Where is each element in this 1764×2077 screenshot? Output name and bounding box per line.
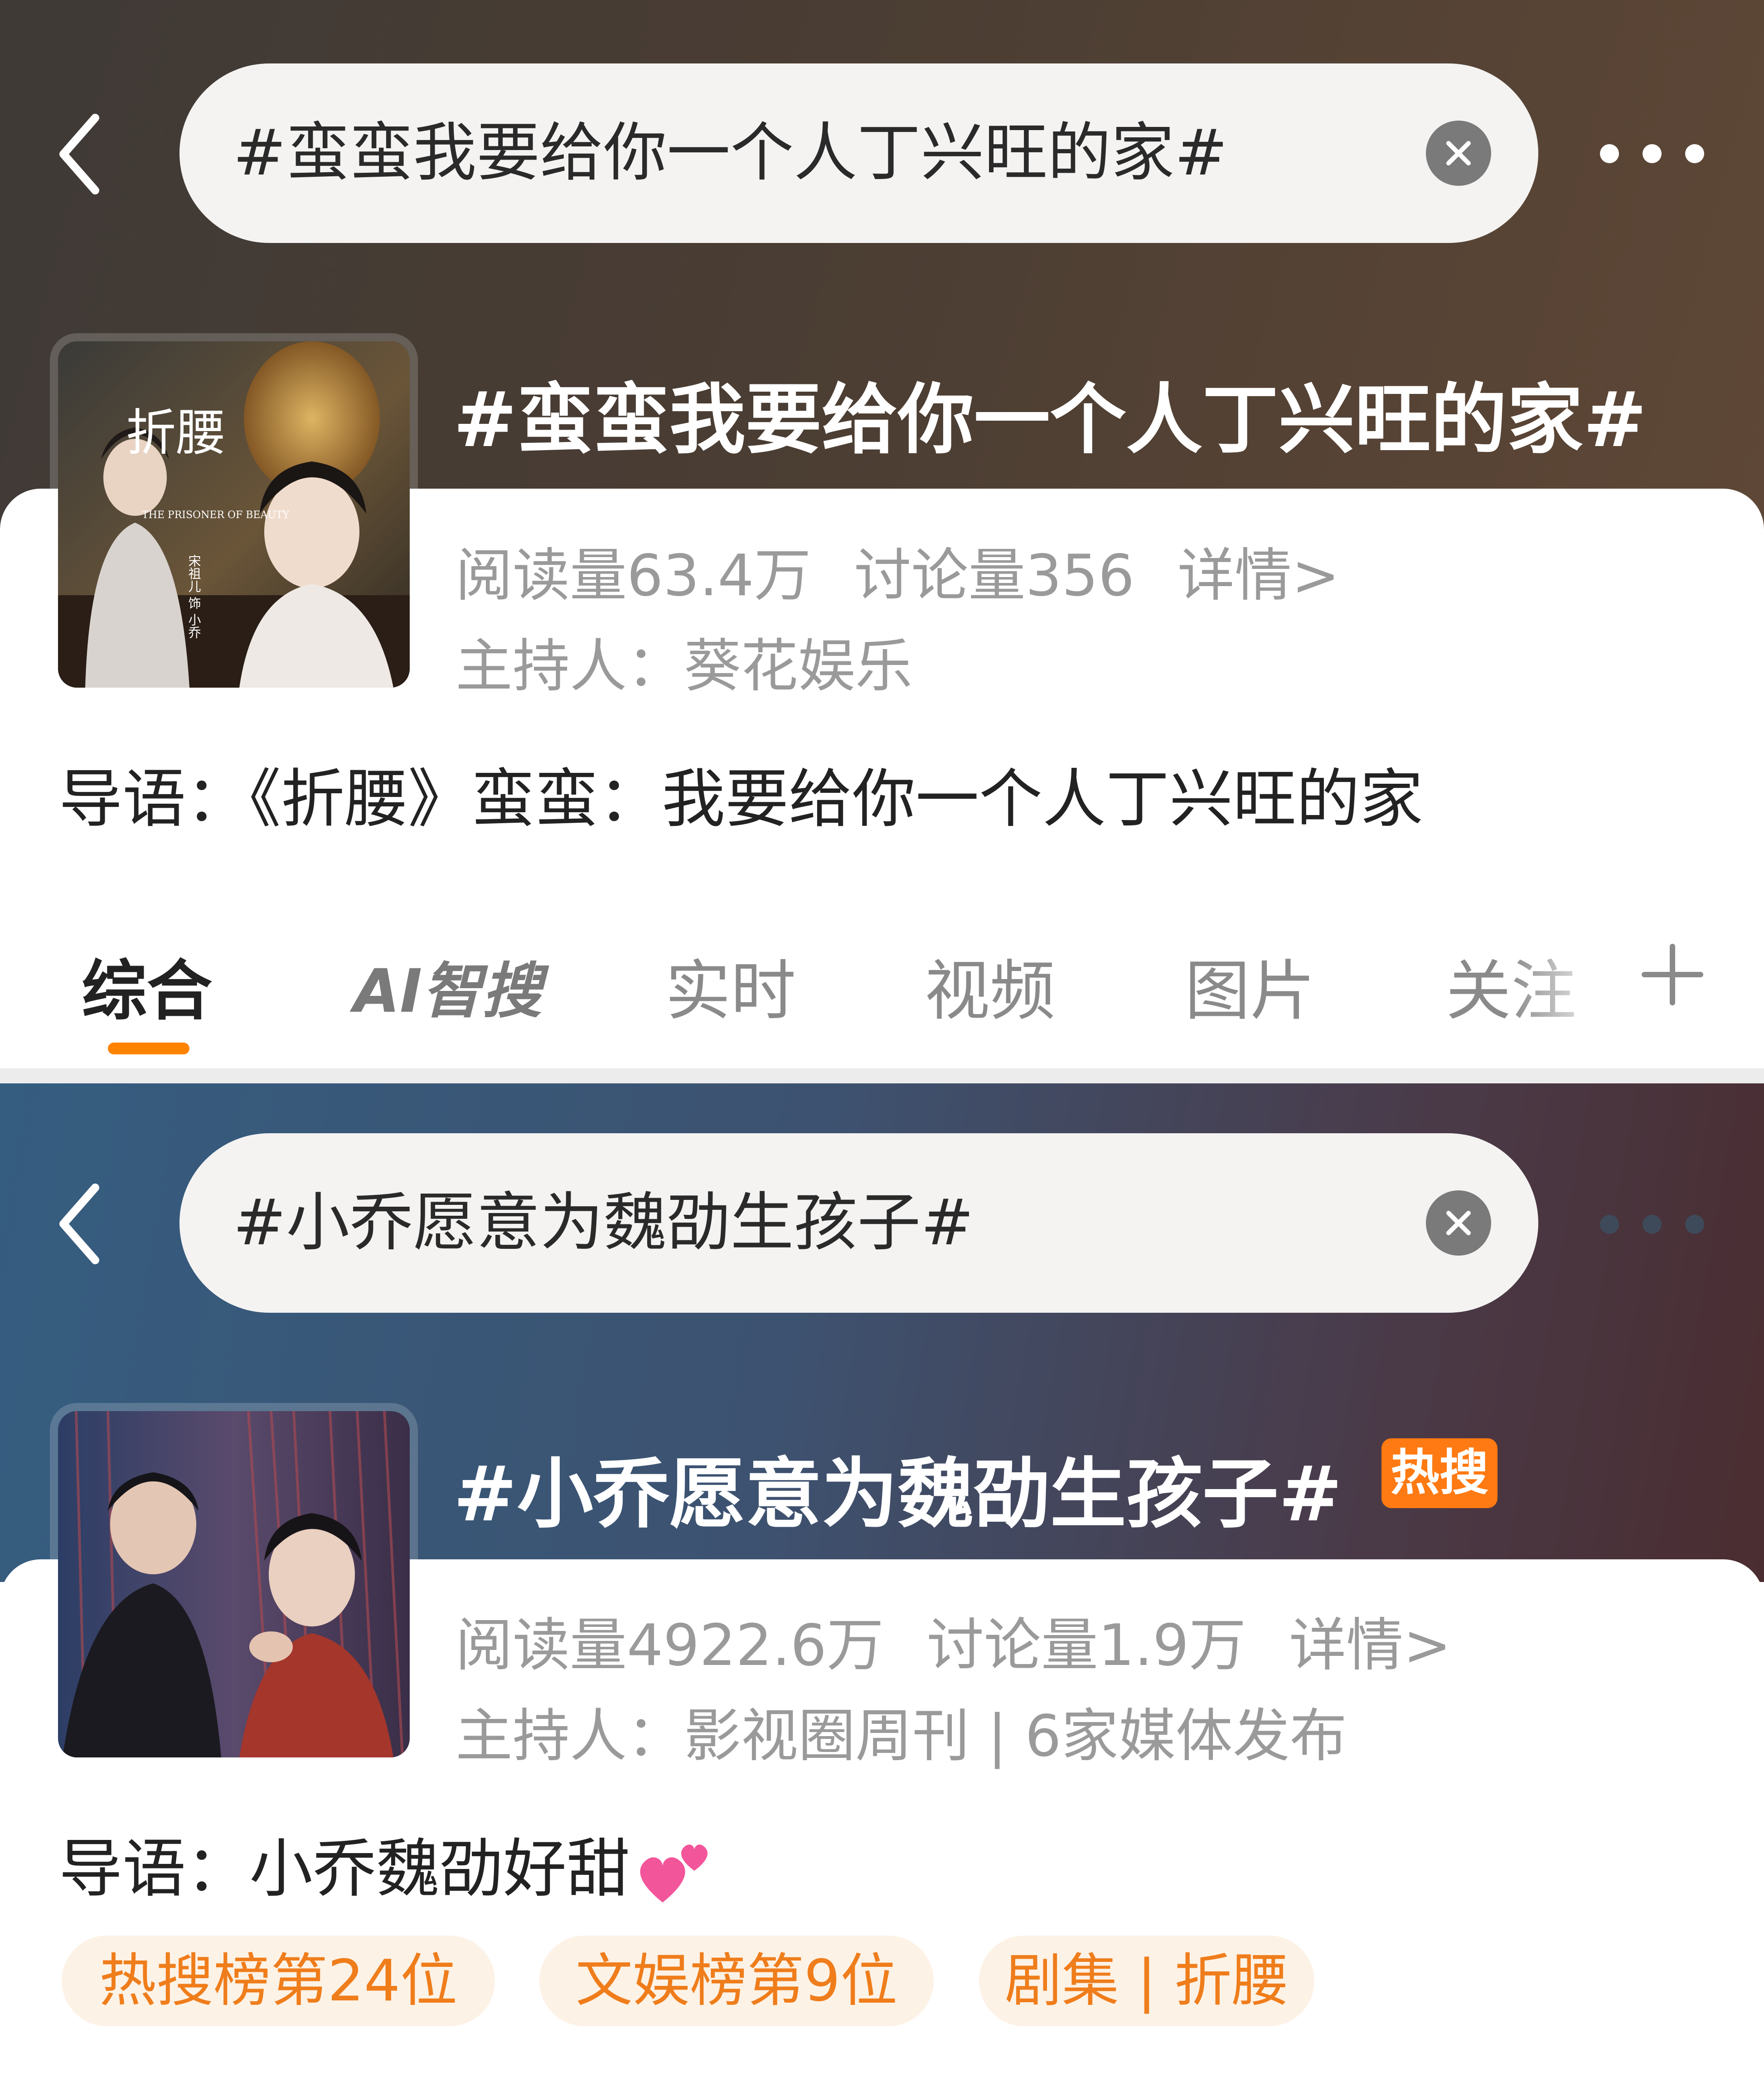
more-icon[interactable] — [1600, 1206, 1704, 1242]
tab-ai-search[interactable]: AI智搜 — [354, 943, 542, 1029]
back-arrow-icon[interactable] — [50, 109, 109, 199]
clear-search-button[interactable] — [1426, 1190, 1491, 1256]
search-input[interactable]: #蛮蛮我要给你一个人丁兴旺的家# — [179, 63, 1538, 243]
drama-category-pill[interactable]: 剧集 | 折腰 — [979, 1936, 1314, 2026]
active-tab-indicator — [108, 1043, 189, 1054]
topic-title[interactable]: #小乔愿意为魏劭生孩子# — [453, 1432, 1342, 1543]
two-hearts-icon — [640, 1844, 708, 1903]
rank-pill-hot-search[interactable]: 热搜榜第24位 — [62, 1936, 495, 2026]
search-result-panel-2: #小乔愿意为魏劭生孩子# #小乔愿意为魏劭生孩子# 热搜 阅读量4922.6万 … — [0, 1083, 1764, 2077]
tab-video[interactable]: 视频 — [925, 938, 1055, 1033]
drama-still-image — [58, 1411, 410, 1757]
tab-comprehensive[interactable]: 综合 — [82, 938, 212, 1033]
topic-guide: 导语：《折腰》蛮蛮：我要给你一个人丁兴旺的家 — [59, 762, 1424, 836]
discussion-count: 讨论量356 — [854, 542, 1135, 609]
topic-stats: 阅读量63.4万 讨论量356 详情> — [456, 529, 1383, 612]
poster-title: 折腰 — [126, 404, 226, 462]
topic-thumbnail[interactable] — [50, 1403, 418, 1766]
topic-thumbnail[interactable]: 折腰 THE PRISONER OF BEAUTY 宋祖儿 饰 小乔 — [50, 333, 418, 696]
topic-host: 主持人：影视圈周刊 | 6家媒体发布 — [456, 1703, 1347, 1769]
plus-icon[interactable] — [1641, 943, 1704, 1006]
tab-overflow-fade — [1509, 934, 1627, 1024]
search-query-text: #小乔愿意为魏劭生孩子# — [233, 1186, 974, 1260]
topic-title[interactable]: #蛮蛮我要给你一个人丁兴旺的家# — [453, 358, 1647, 468]
clear-icon — [1446, 141, 1471, 165]
hot-search-badge: 热搜 — [1381, 1438, 1497, 1508]
details-link[interactable]: 详情> — [1178, 542, 1340, 609]
tab-images[interactable]: 图片 — [1185, 938, 1315, 1033]
discussion-count: 讨论量1.9万 — [926, 1612, 1246, 1679]
search-query-text: #蛮蛮我要给你一个人丁兴旺的家# — [233, 116, 1228, 190]
topic-stats: 阅读量4922.6万 讨论量1.9万 详情> — [456, 1599, 1494, 1682]
guide-text: 导语：小乔魏劭好甜 — [59, 1832, 630, 1906]
topic-host: 主持人：葵花娱乐 — [456, 633, 912, 699]
search-result-panel-1: #蛮蛮我要给你一个人丁兴旺的家# 折腰 THE PRISONER OF BEAU… — [0, 0, 1764, 1068]
clear-icon — [1446, 1211, 1471, 1235]
read-count: 阅读量63.4万 — [456, 542, 811, 609]
panel-divider — [0, 1068, 1764, 1083]
rank-pill-entertainment[interactable]: 文娱榜第9位 — [539, 1936, 934, 2026]
poster-subtitle: THE PRISONER OF BEAUTY — [142, 510, 290, 521]
drama-poster-image: 折腰 THE PRISONER OF BEAUTY 宋祖儿 饰 小乔 — [58, 341, 410, 688]
search-input[interactable]: #小乔愿意为魏劭生孩子# — [179, 1133, 1538, 1313]
tab-realtime[interactable]: 实时 — [665, 938, 796, 1033]
read-count: 阅读量4922.6万 — [456, 1612, 884, 1679]
poster-cast: 宋祖儿 饰 小乔 — [187, 554, 202, 639]
clear-search-button[interactable] — [1426, 121, 1491, 186]
topic-guide: 导语：小乔魏劭好甜 — [59, 1818, 717, 1912]
back-arrow-icon[interactable] — [50, 1179, 109, 1269]
more-icon[interactable] — [1600, 135, 1704, 171]
details-link[interactable]: 详情> — [1289, 1612, 1451, 1679]
